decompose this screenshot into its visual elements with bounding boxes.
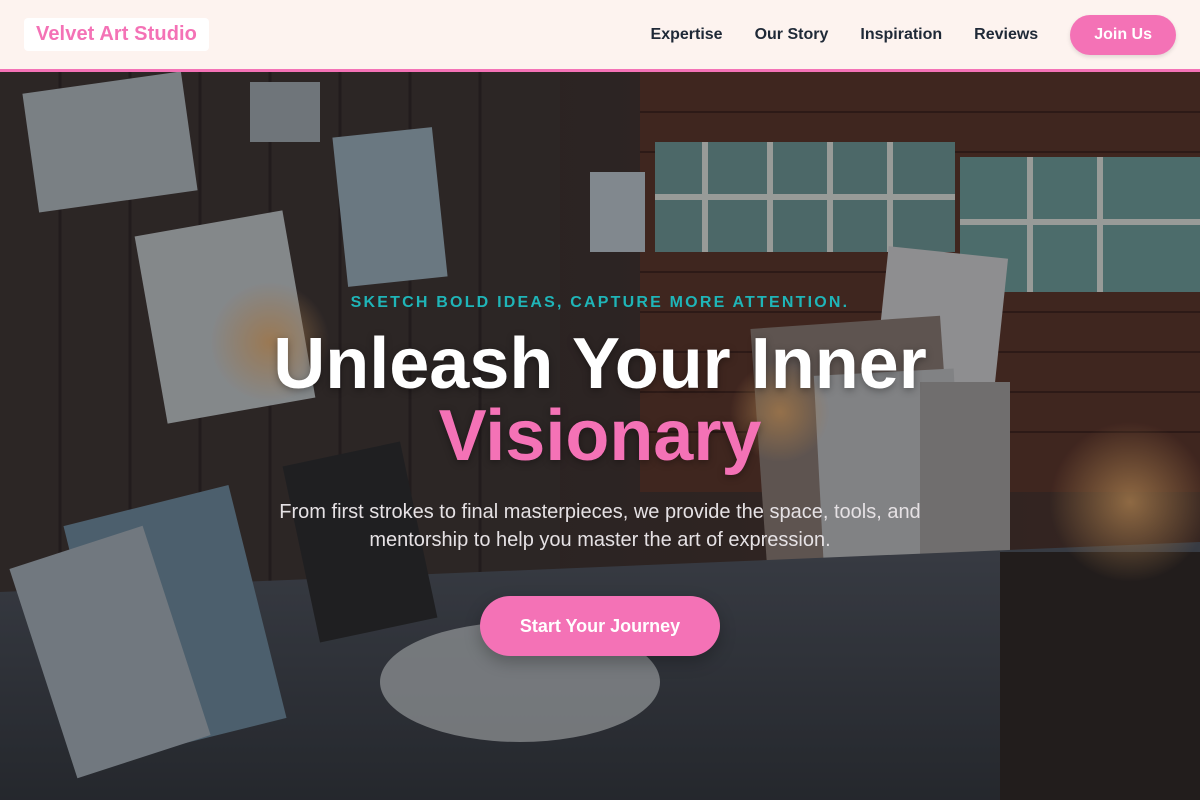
site-logo[interactable]: Velvet Art Studio [24,18,209,51]
nav-link-reviews[interactable]: Reviews [974,26,1038,44]
nav-link-inspiration[interactable]: Inspiration [860,26,942,44]
hero-subtext: From first strokes to final masterpieces… [279,501,921,551]
hero-tagline: SKETCH BOLD IDEAS, CAPTURE MORE ATTENTIO… [350,294,850,311]
join-us-button[interactable]: Join Us [1070,14,1176,55]
main-nav: Expertise Our Story Inspiration Reviews … [651,14,1176,55]
headline-line-1: Unleash Your Inner [273,324,927,404]
nav-link-expertise[interactable]: Expertise [651,26,723,44]
top-navbar: Velvet Art Studio Expertise Our Story In… [0,0,1200,72]
nav-link-our-story[interactable]: Our Story [755,26,829,44]
hero-section: SKETCH BOLD IDEAS, CAPTURE MORE ATTENTIO… [0,72,1200,800]
hero-content: SKETCH BOLD IDEAS, CAPTURE MORE ATTENTIO… [0,72,1200,800]
start-journey-button[interactable]: Start Your Journey [479,596,721,656]
hero-headline: Unleash Your Inner Visionary [273,328,926,472]
headline-line-2: Visionary [438,396,762,476]
